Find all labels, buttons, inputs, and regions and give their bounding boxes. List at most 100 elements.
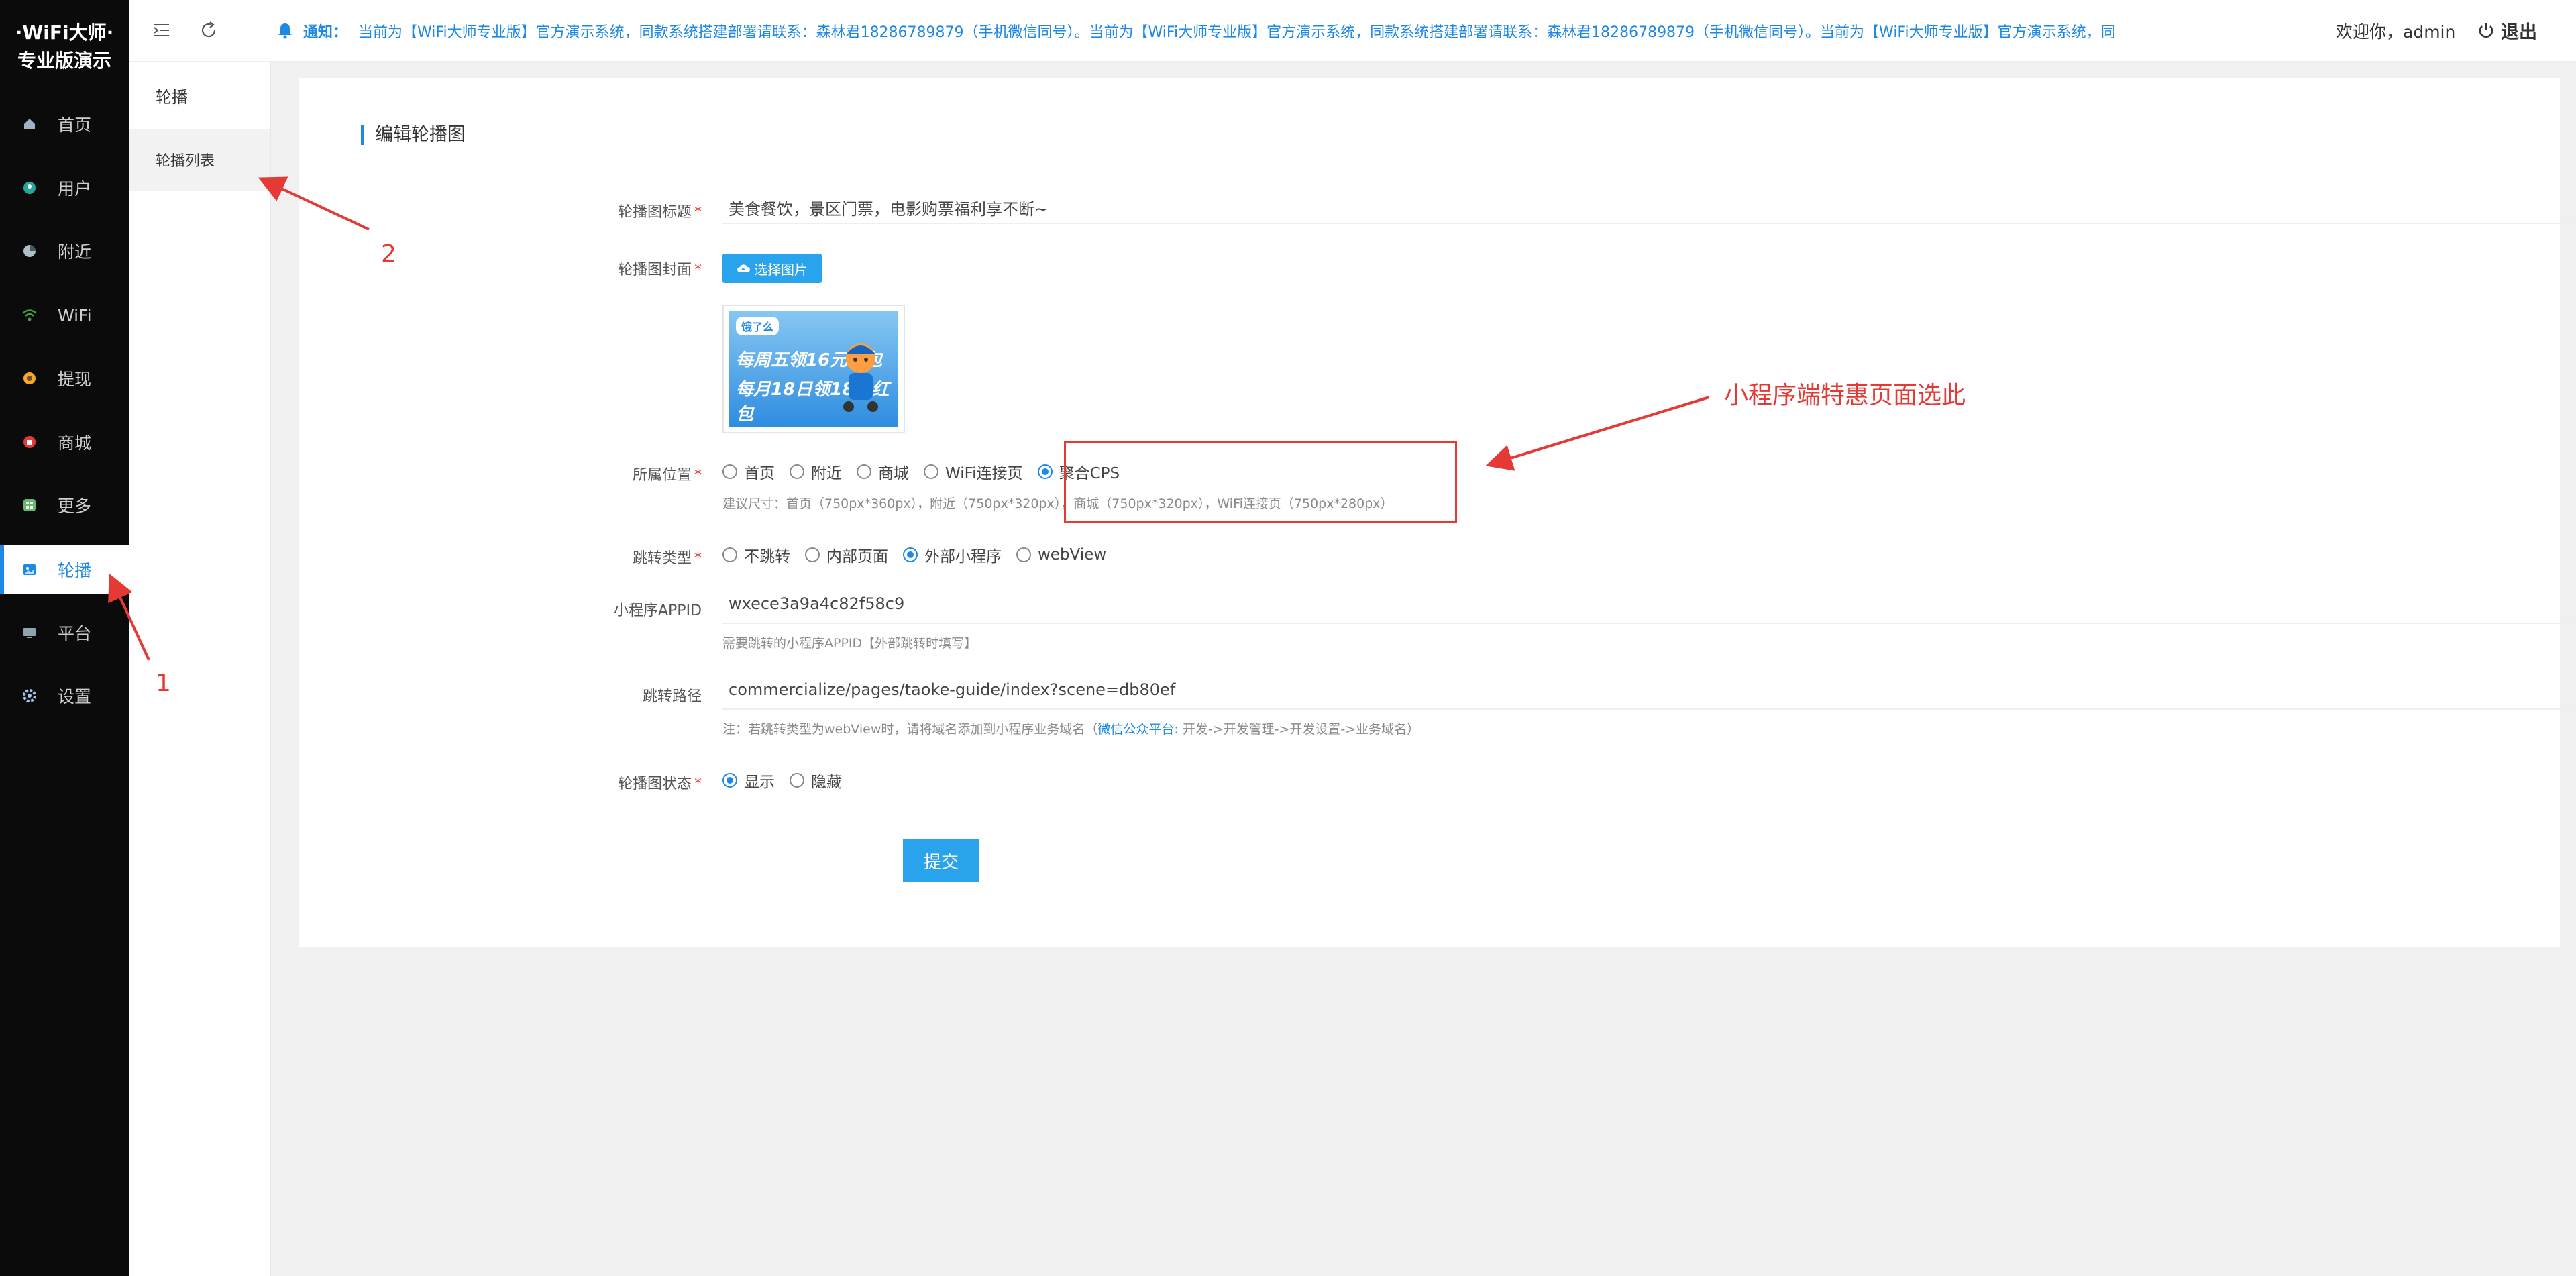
home-icon	[21, 116, 38, 132]
annotation-number-1: 1	[156, 670, 171, 697]
path-hint: 注：若跳转类型为webView时，请将域名添加到小程序业务域名（微信公众平台: …	[722, 719, 1419, 737]
radio-circle	[903, 547, 918, 562]
bell-icon	[275, 19, 295, 43]
notice-marquee: 通知： 当前为【WiFi大师专业版】官方演示系统，同款系统搭建部署请联系：森林君…	[275, 17, 2167, 44]
sidebar-item-label: 附近	[58, 242, 92, 262]
notice-text: 当前为【WiFi大师专业版】官方演示系统，同款系统搭建部署请联系：森林君1828…	[358, 24, 2116, 41]
jump-type-radio-group: 不跳转 内部页面 外部小程序 webView	[722, 543, 1121, 566]
appid-input-underline	[722, 623, 2576, 624]
sidebar-item-settings[interactable]: 设置	[0, 671, 129, 721]
position-radio-nearby[interactable]: 附近	[790, 460, 842, 483]
radio-circle	[1016, 547, 1031, 562]
radio-label: 内部页面	[826, 548, 888, 566]
position-radio-home[interactable]: 首页	[722, 460, 775, 483]
sidebar-item-home[interactable]: 首页	[0, 99, 129, 149]
sidebar-item-user[interactable]: 用户	[0, 163, 129, 213]
annotation-highlight-box	[1064, 441, 1457, 523]
top-bar: 通知： 当前为【WiFi大师专业版】官方演示系统，同款系统搭建部署请联系：森林君…	[129, 0, 2576, 62]
title-label: 轮播图标题 *	[617, 204, 702, 221]
menu-collapse-icon[interactable]	[152, 20, 173, 42]
appid-input[interactable]: wxece3a9a4c82f58c9	[729, 594, 904, 613]
cover-label: 轮播图封面 *	[617, 262, 702, 278]
sidebar-item-label: 提现	[58, 370, 92, 389]
radio-label: 商城	[878, 465, 909, 482]
refresh-icon[interactable]	[199, 20, 220, 42]
banner-image: 饿了么 每周五领16元红包 每月18日领18元红包	[729, 311, 898, 427]
path-input[interactable]: commercialize/pages/taoke-guide/index?sc…	[729, 680, 1175, 699]
sidebar-item-label: WiFi	[58, 305, 92, 325]
annotation-number-2: 2	[381, 240, 396, 268]
radio-label: 不跳转	[744, 548, 790, 566]
jump-type-label-text: 跳转类型	[632, 550, 692, 567]
position-label: 所属位置 *	[632, 467, 702, 484]
mascot-illustration	[843, 343, 878, 412]
gear-icon	[21, 688, 38, 704]
radio-circle	[790, 773, 804, 788]
status-radio-show[interactable]: 显示	[722, 769, 775, 792]
radio-label: 附近	[811, 465, 842, 482]
sidebar-item-label: 平台	[58, 624, 92, 643]
radio-label: WiFi连接页	[945, 465, 1023, 482]
page-title: 编辑轮播图	[361, 125, 466, 145]
sidebar-item-wifi[interactable]: WiFi	[0, 290, 129, 340]
user-icon	[21, 180, 38, 196]
logout-button[interactable]: 退出	[2477, 17, 2537, 44]
shop-icon	[21, 434, 38, 450]
submenu-item-carousel-list[interactable]: 轮播列表	[129, 129, 270, 191]
sidebar-item-more[interactable]: 更多	[0, 480, 129, 530]
brand-line-1: ·WiFi大师·	[15, 21, 114, 44]
cover-label-text: 轮播图封面	[617, 262, 692, 278]
radio-circle	[722, 547, 737, 562]
status-label-text: 轮播图状态	[617, 776, 692, 792]
banner-logo: 饿了么	[736, 317, 780, 335]
status-label: 轮播图状态 *	[617, 776, 702, 792]
carousel-icon	[21, 562, 38, 578]
notice-label: 通知：	[303, 24, 348, 41]
jump-radio-internal[interactable]: 内部页面	[805, 543, 888, 566]
status-radio-group: 显示 隐藏	[722, 769, 857, 792]
sidebar-item-nearby[interactable]: 附近	[0, 226, 129, 276]
path-input-underline	[722, 708, 2576, 710]
logout-label: 退出	[2501, 22, 2537, 43]
radio-circle	[722, 464, 737, 479]
title-input[interactable]: 美食餐饮，景区门票，电影购票福利享不断~	[729, 196, 1048, 219]
radio-label: 首页	[744, 465, 775, 482]
welcome-text: 欢迎你，admin	[2336, 22, 2456, 42]
sidebar-item-withdraw[interactable]: 提现	[0, 354, 129, 403]
sidebar-item-label: 用户	[58, 179, 92, 199]
position-radio-shop[interactable]: 商城	[857, 460, 909, 483]
radio-circle	[924, 464, 938, 479]
sidebar-item-platform[interactable]: 平台	[0, 608, 129, 657]
select-image-button[interactable]: 选择图片	[722, 254, 822, 283]
jump-radio-none[interactable]: 不跳转	[722, 543, 790, 566]
radio-circle	[805, 547, 820, 562]
platform-icon	[21, 625, 38, 641]
cloud-upload-icon	[737, 264, 750, 272]
wechat-platform-link[interactable]: 微信公众平台:	[1097, 722, 1178, 737]
wifi-icon	[21, 307, 38, 323]
sidebar-item-label: 更多	[58, 496, 92, 516]
location-icon	[21, 243, 38, 259]
select-image-label: 选择图片	[754, 262, 808, 278]
radio-circle	[790, 464, 804, 479]
jump-radio-webview[interactable]: webView	[1016, 546, 1106, 564]
cover-image-preview[interactable]: 饿了么 每周五领16元红包 每月18日领18元红包	[722, 305, 905, 433]
appid-label: 小程序APPID	[613, 602, 702, 619]
position-label-text: 所属位置	[632, 467, 692, 484]
path-label: 跳转路径	[642, 688, 702, 705]
sidebar-item-shop[interactable]: 商城	[0, 417, 129, 467]
position-radio-wifi-connect[interactable]: WiFi连接页	[924, 460, 1023, 483]
brand-line-2: 专业版演示	[17, 50, 111, 72]
sidebar-item-label: 设置	[58, 687, 92, 706]
withdraw-icon	[21, 370, 38, 386]
more-icon	[21, 497, 38, 513]
radio-label: 隐藏	[811, 774, 842, 791]
radio-label: 显示	[744, 774, 775, 791]
sidebar-item-carousel[interactable]: 轮播	[0, 545, 129, 594]
submenu-title: 轮播	[156, 87, 188, 107]
submit-button[interactable]: 提交	[903, 839, 979, 882]
jump-radio-external-miniprogram[interactable]: 外部小程序	[903, 543, 1002, 566]
status-radio-hide[interactable]: 隐藏	[790, 769, 842, 792]
annotation-note: 小程序端特惠页面选此	[1724, 382, 1966, 409]
brand-logo: ·WiFi大师· 专业版演示	[0, 0, 129, 74]
